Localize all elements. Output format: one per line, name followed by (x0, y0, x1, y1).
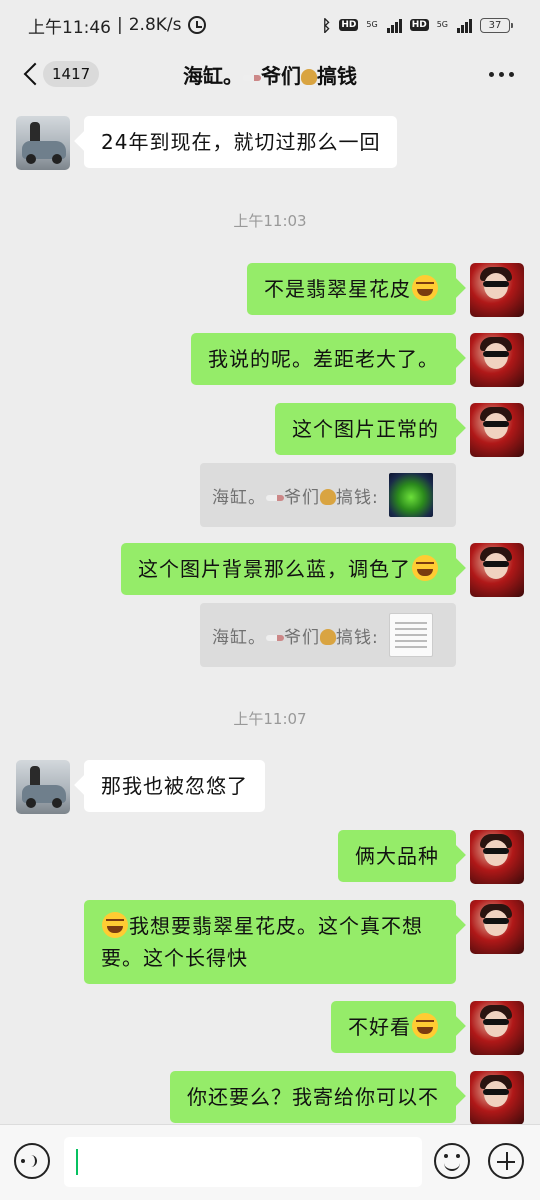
network-type-1: 5G (366, 20, 378, 29)
message-bubble[interactable]: 这个图片背景那么蓝，调色了 (121, 543, 456, 595)
avatar[interactable] (470, 403, 524, 457)
avatar[interactable] (16, 116, 70, 170)
message-bubble[interactable]: 我说的呢。差距老大了。 (191, 333, 456, 385)
avatar[interactable] (470, 1071, 524, 1125)
network-speed: 2.8K/s (128, 15, 182, 35)
chat-header: 1417 海缸。 爷们 搞钱 (0, 50, 540, 98)
status-bar: 上午11:46 | 2.8K/s ᛒ HD 5G HD 5G 37 (0, 0, 540, 50)
message-input[interactable] (64, 1137, 422, 1187)
message-bubble[interactable]: 这个图片正常的 (275, 403, 456, 455)
avatar[interactable] (470, 1001, 524, 1055)
input-bar (0, 1124, 540, 1200)
quoted-message[interactable]: 海缸。 爷们 搞钱: (200, 463, 456, 527)
chat-title: 海缸。 爷们 搞钱 (183, 64, 357, 88)
avatar[interactable] (470, 333, 524, 387)
cigarette-icon (243, 75, 261, 81)
hd-badge: HD (339, 19, 359, 31)
quoted-message[interactable]: 海缸。 爷们 搞钱: (200, 603, 456, 667)
network-type-2: 5G (436, 20, 448, 29)
cigarette-icon (266, 494, 284, 501)
message-bubble[interactable]: 那我也被忽悠了 (84, 760, 265, 812)
bluetooth-icon: ᛒ (321, 15, 332, 35)
tears-of-joy-emoji-icon (412, 1013, 438, 1039)
avatar[interactable] (16, 760, 70, 814)
more-dots-icon[interactable] (489, 72, 514, 77)
message-bubble[interactable]: 不好看 (331, 1001, 456, 1053)
message-bubble[interactable]: 你还要么？我寄给你可以不 (170, 1071, 456, 1123)
quoted-image-thumbnail[interactable] (388, 473, 433, 517)
avatar[interactable] (470, 543, 524, 597)
hd-badge-2: HD (409, 19, 429, 31)
money-bag-icon (320, 628, 336, 645)
message-bubble[interactable]: 我想要翡翠星花皮。这个真不想 要。这个长得快 (84, 900, 456, 984)
message-bubble[interactable]: 俩大品种 (338, 830, 456, 882)
avatar[interactable] (470, 830, 524, 884)
tears-of-joy-emoji-icon (102, 912, 128, 938)
cigarette-icon (266, 634, 284, 641)
avatar[interactable] (470, 263, 524, 317)
emoji-icon[interactable] (434, 1143, 470, 1179)
status-time: 上午11:46 (28, 17, 111, 38)
message-bubble[interactable]: 不是翡翠星花皮 (247, 263, 456, 315)
money-bag-icon (320, 488, 336, 505)
tears-of-joy-emoji-icon (412, 555, 438, 581)
text-caret (76, 1149, 78, 1175)
timestamp: 上午11:07 (233, 710, 307, 728)
quoted-image-thumbnail[interactable] (388, 613, 433, 657)
battery-icon: 37 (480, 17, 513, 33)
money-bag-icon (301, 69, 317, 85)
signal-icon-2 (457, 17, 472, 33)
plus-icon[interactable] (488, 1143, 524, 1179)
alarm-icon (187, 16, 206, 34)
tears-of-joy-emoji-icon (412, 275, 438, 301)
voice-icon[interactable] (14, 1143, 50, 1179)
timestamp: 上午11:03 (233, 212, 307, 230)
signal-icon (386, 17, 402, 33)
message-bubble[interactable]: 24年到现在，就切过那么一回 (84, 116, 398, 168)
battery-level: 37 (488, 19, 502, 31)
avatar[interactable] (470, 900, 524, 954)
